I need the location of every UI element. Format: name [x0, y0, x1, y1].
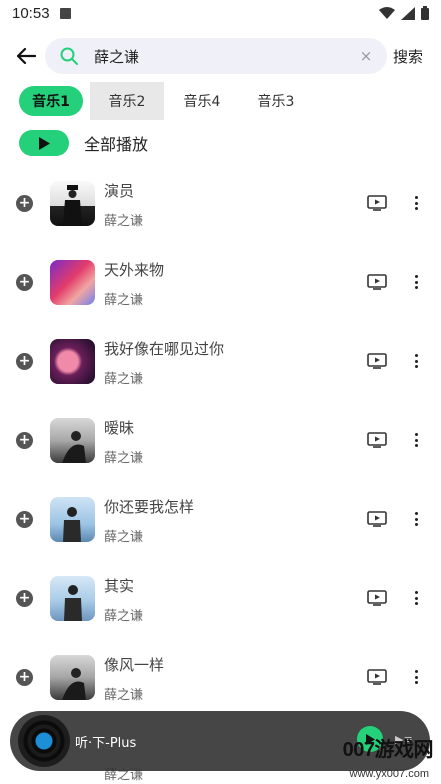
song-title: 我好像在哪见过你: [104, 340, 225, 358]
status-time: 10:53: [12, 4, 50, 22]
tab-music3[interactable]: 音乐3: [244, 86, 308, 116]
more-vertical-icon[interactable]: [410, 273, 422, 291]
video-icon[interactable]: [367, 511, 387, 527]
source-tabs: 音乐1 音乐2 音乐4 音乐3: [0, 82, 441, 120]
tab-music2[interactable]: 音乐2: [90, 82, 164, 120]
play-all-label[interactable]: 全部播放: [84, 131, 148, 155]
more-vertical-icon[interactable]: [410, 352, 422, 370]
song-row[interactable]: + 像风一样 薛之谦: [0, 638, 441, 717]
search-button[interactable]: 搜索: [393, 46, 423, 67]
status-bar: 10:53: [0, 0, 441, 26]
notification-icon: [59, 7, 71, 19]
player-title: 听·下-Plus: [75, 736, 137, 751]
video-icon[interactable]: [367, 590, 387, 606]
album-disc[interactable]: [18, 715, 70, 767]
song-row[interactable]: + 演员 薛之谦: [0, 164, 441, 243]
song-artist: 薛之谦: [104, 530, 144, 545]
album-cover: [50, 260, 95, 305]
album-cover: [50, 181, 95, 226]
search-input[interactable]: 薛之谦 ×: [45, 38, 387, 74]
add-icon[interactable]: +: [16, 511, 33, 528]
song-row[interactable]: + 暧昧 薛之谦: [0, 401, 441, 480]
song-row[interactable]: + 你还要我怎样 薛之谦: [0, 480, 441, 559]
signal-icon: [401, 6, 415, 20]
play-all-button[interactable]: [19, 130, 69, 156]
more-vertical-icon[interactable]: [410, 668, 422, 686]
song-title: 像风一样: [104, 656, 165, 674]
album-cover: [50, 339, 95, 384]
status-icons: [379, 6, 429, 20]
play-all[interactable]: 全部播放: [19, 129, 148, 157]
add-icon[interactable]: +: [16, 274, 33, 291]
more-vertical-icon[interactable]: [410, 510, 422, 528]
video-icon[interactable]: [367, 353, 387, 369]
song-artist: 薛之谦: [104, 609, 144, 624]
search-query[interactable]: 薛之谦: [94, 46, 139, 67]
add-icon[interactable]: +: [16, 669, 33, 686]
song-title: 演员: [104, 182, 135, 200]
watermark-brand: 007游戏网: [342, 739, 434, 761]
tab-music1[interactable]: 音乐1: [19, 86, 83, 116]
video-icon[interactable]: [367, 432, 387, 448]
search-bar: 薛之谦 × 搜索: [0, 38, 441, 74]
song-title: 你还要我怎样: [104, 498, 195, 516]
song-title: 其实: [104, 577, 135, 595]
battery-icon: [421, 6, 429, 20]
video-icon[interactable]: [367, 195, 387, 211]
video-icon[interactable]: [367, 274, 387, 290]
song-row[interactable]: + 天外来物 薛之谦: [0, 243, 441, 322]
more-vertical-icon[interactable]: [410, 194, 422, 212]
back-button[interactable]: [12, 42, 40, 70]
album-cover: [50, 655, 95, 700]
tab-music4[interactable]: 音乐4: [170, 86, 234, 116]
song-artist: 薛之谦: [104, 372, 144, 387]
song-artist: 薛之谦: [104, 293, 144, 308]
song-list: + 演员 薛之谦 + 天外来物 薛之谦 + 我好像在哪见过你 薛之谦 + 暧昧 …: [0, 164, 441, 717]
video-icon[interactable]: [367, 669, 387, 685]
album-cover: [50, 497, 95, 542]
more-vertical-icon[interactable]: [410, 589, 422, 607]
song-title: 天外来物: [104, 261, 165, 279]
wifi-icon: [379, 6, 395, 19]
search-icon: [58, 45, 80, 67]
watermark-url: www.yx007.com: [349, 768, 429, 780]
song-row[interactable]: + 其实 薛之谦: [0, 559, 441, 638]
arrow-left-icon: [16, 47, 36, 65]
add-icon[interactable]: +: [16, 195, 33, 212]
add-icon[interactable]: +: [16, 432, 33, 449]
add-icon[interactable]: +: [16, 590, 33, 607]
album-cover: [50, 576, 95, 621]
play-icon: [39, 136, 50, 150]
close-icon[interactable]: ×: [357, 47, 375, 65]
add-icon[interactable]: +: [16, 353, 33, 370]
song-artist: 薛之谦: [104, 688, 144, 703]
song-artist: 薛之谦: [104, 214, 144, 229]
song-artist: 薛之谦: [104, 451, 144, 466]
song-title: 暧昧: [104, 419, 135, 437]
more-vertical-icon[interactable]: [410, 431, 422, 449]
song-row[interactable]: + 我好像在哪见过你 薛之谦: [0, 322, 441, 401]
album-cover: [50, 418, 95, 463]
